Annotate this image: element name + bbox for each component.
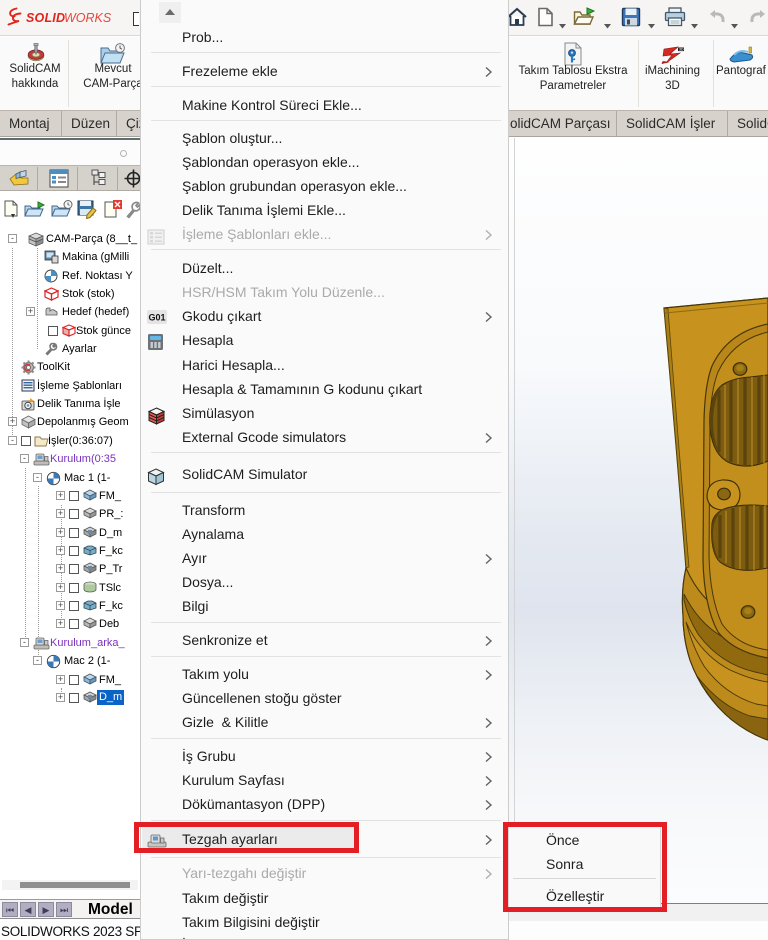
svg-text:SOLID: SOLID	[26, 11, 65, 25]
svg-text:G01: G01	[148, 313, 165, 323]
svg-text:3D: 3D	[679, 48, 684, 52]
svg-text:WORKS: WORKS	[64, 11, 112, 25]
